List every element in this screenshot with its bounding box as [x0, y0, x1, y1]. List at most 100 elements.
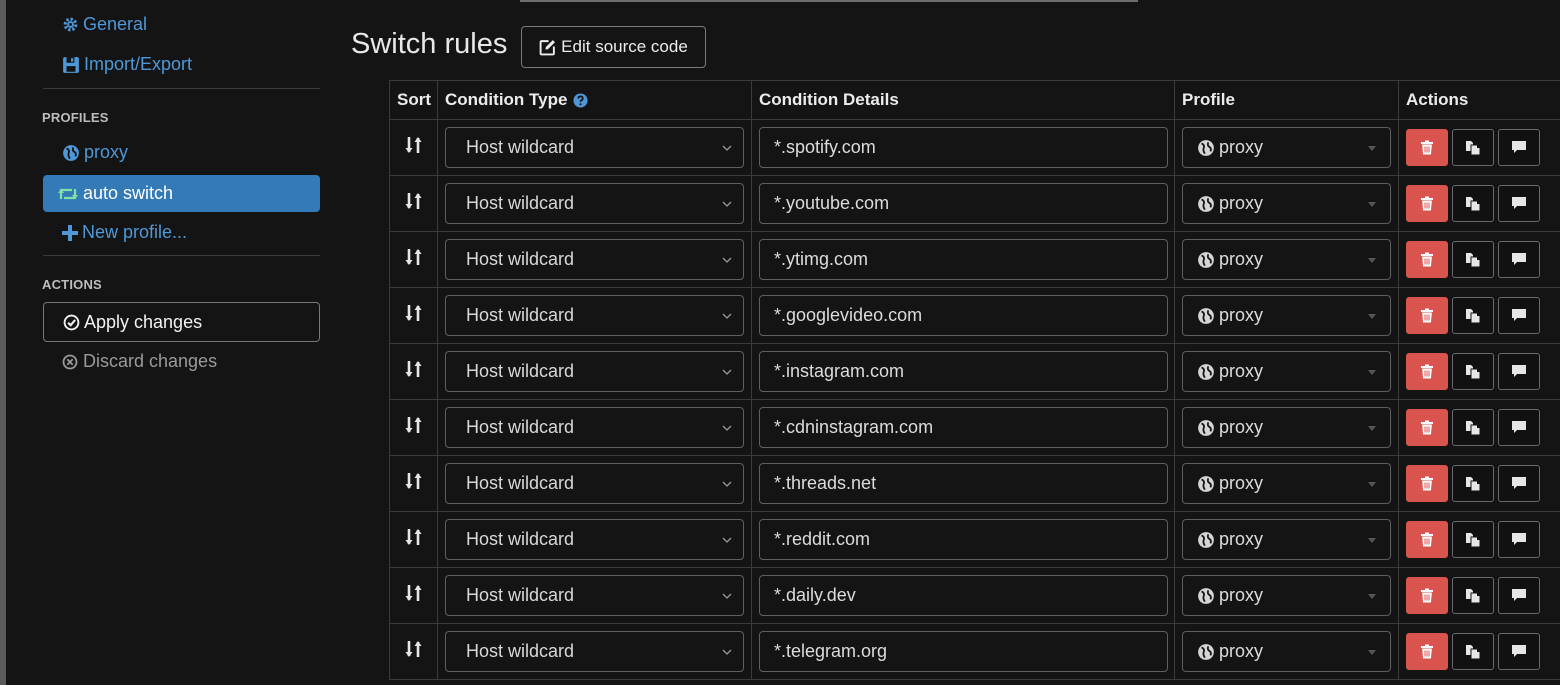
condition-type-select[interactable]: Host wildcard [445, 519, 744, 560]
sort-handle-icon[interactable] [404, 527, 424, 547]
table-row: Host wildcard *.ytimg.com proxy [389, 231, 1560, 288]
caret-down-icon [1368, 314, 1376, 319]
add-note-button[interactable] [1498, 521, 1540, 558]
condition-details-input[interactable]: *.googlevideo.com [759, 295, 1168, 336]
actions-cell [1398, 511, 1560, 568]
sort-handle-icon[interactable] [404, 639, 424, 659]
comment-icon [1512, 365, 1526, 377]
edit-source-code-button[interactable]: Edit source code [521, 26, 706, 68]
delete-rule-button[interactable] [1406, 297, 1448, 334]
condition-details-input[interactable]: *.spotify.com [759, 127, 1168, 168]
clone-rule-button[interactable] [1452, 129, 1494, 166]
add-note-button[interactable] [1498, 633, 1540, 670]
sort-handle-icon[interactable] [404, 135, 424, 155]
caret-down-icon [1368, 258, 1376, 263]
add-note-button[interactable] [1498, 185, 1540, 222]
comment-icon [1512, 141, 1526, 153]
delete-rule-button[interactable] [1406, 521, 1448, 558]
profile-select[interactable]: proxy [1182, 351, 1391, 392]
column-header-profile: Profile [1174, 80, 1399, 120]
apply-changes-button[interactable]: Apply changes [43, 302, 320, 342]
profile-select[interactable]: proxy [1182, 575, 1391, 616]
delete-rule-button[interactable] [1406, 129, 1448, 166]
condition-details-input[interactable]: *.youtube.com [759, 183, 1168, 224]
sort-handle-icon[interactable] [404, 359, 424, 379]
new-profile-button[interactable]: New profile... [62, 222, 187, 243]
condition-type-select[interactable]: Host wildcard [445, 575, 744, 616]
delete-rule-button[interactable] [1406, 353, 1448, 390]
clone-rule-button[interactable] [1452, 241, 1494, 278]
clone-rule-button[interactable] [1452, 577, 1494, 614]
delete-rule-button[interactable] [1406, 409, 1448, 446]
condition-details-input[interactable]: *.cdninstagram.com [759, 407, 1168, 448]
delete-rule-button[interactable] [1406, 465, 1448, 502]
clone-rule-button[interactable] [1452, 185, 1494, 222]
delete-rule-button[interactable] [1406, 241, 1448, 278]
delete-rule-button[interactable] [1406, 185, 1448, 222]
sort-handle-icon[interactable] [404, 303, 424, 323]
sort-handle-icon[interactable] [404, 583, 424, 603]
profile-select[interactable]: proxy [1182, 519, 1391, 560]
add-note-button[interactable] [1498, 465, 1540, 502]
condition-type-select[interactable]: Host wildcard [445, 295, 744, 336]
sidebar-item-general[interactable]: General [62, 14, 147, 35]
add-note-button[interactable] [1498, 297, 1540, 334]
condition-type-select[interactable]: Host wildcard [445, 239, 744, 280]
add-note-button[interactable] [1498, 409, 1540, 446]
profile-value: proxy [1219, 641, 1264, 661]
edit-source-code-label: Edit source code [561, 37, 688, 56]
clone-rule-button[interactable] [1452, 465, 1494, 502]
profile-select[interactable]: proxy [1182, 295, 1391, 336]
profile-cell: proxy [1174, 231, 1399, 288]
sidebar-item-auto-switch[interactable]: auto switch [43, 175, 320, 212]
clone-rule-button[interactable] [1452, 353, 1494, 390]
add-note-button[interactable] [1498, 353, 1540, 390]
condition-type-select[interactable]: Host wildcard [445, 127, 744, 168]
profile-select[interactable]: proxy [1182, 463, 1391, 504]
condition-details-input[interactable]: *.reddit.com [759, 519, 1168, 560]
chevron-down-icon [722, 593, 732, 599]
sort-handle-icon[interactable] [404, 415, 424, 435]
add-note-button[interactable] [1498, 241, 1540, 278]
apply-changes-label: Apply changes [84, 311, 203, 332]
condition-type-select[interactable]: Host wildcard [445, 631, 744, 672]
times-circle-icon [62, 354, 78, 369]
sidebar-item-label: General [83, 14, 148, 34]
condition-type-select[interactable]: Host wildcard [445, 183, 744, 224]
chevron-down-icon [722, 369, 732, 375]
profile-select[interactable]: proxy [1182, 127, 1391, 168]
delete-rule-button[interactable] [1406, 577, 1448, 614]
condition-details-cell: *.cdninstagram.com [751, 399, 1175, 456]
condition-details-input[interactable]: *.daily.dev [759, 575, 1168, 616]
sort-handle-icon[interactable] [404, 471, 424, 491]
delete-rule-button[interactable] [1406, 633, 1448, 670]
help-icon[interactable] [573, 92, 588, 108]
trash-icon [1421, 252, 1433, 267]
profile-select[interactable]: proxy [1182, 631, 1391, 672]
sidebar-item-import-export[interactable]: Import/Export [62, 54, 192, 75]
sidebar-item-proxy[interactable]: proxy [62, 142, 128, 163]
sort-cell [389, 287, 438, 344]
profile-select[interactable]: proxy [1182, 239, 1391, 280]
condition-type-select[interactable]: Host wildcard [445, 463, 744, 504]
profile-select[interactable]: proxy [1182, 407, 1391, 448]
copy-icon [1466, 644, 1481, 659]
profile-select[interactable]: proxy [1182, 183, 1391, 224]
clone-rule-button[interactable] [1452, 633, 1494, 670]
condition-type-select[interactable]: Host wildcard [445, 407, 744, 448]
condition-details-input[interactable]: *.ytimg.com [759, 239, 1168, 280]
condition-details-input[interactable]: *.threads.net [759, 463, 1168, 504]
condition-details-input[interactable]: *.instagram.com [759, 351, 1168, 392]
clone-rule-button[interactable] [1452, 521, 1494, 558]
condition-type-select[interactable]: Host wildcard [445, 351, 744, 392]
column-label: Condition Type [445, 90, 568, 109]
sort-handle-icon[interactable] [404, 247, 424, 267]
add-note-button[interactable] [1498, 129, 1540, 166]
clone-rule-button[interactable] [1452, 409, 1494, 446]
condition-details-input[interactable]: *.telegram.org [759, 631, 1168, 672]
add-note-button[interactable] [1498, 577, 1540, 614]
chevron-down-icon [722, 649, 732, 655]
discard-changes-button[interactable]: Discard changes [62, 351, 217, 372]
clone-rule-button[interactable] [1452, 297, 1494, 334]
sort-handle-icon[interactable] [404, 191, 424, 211]
